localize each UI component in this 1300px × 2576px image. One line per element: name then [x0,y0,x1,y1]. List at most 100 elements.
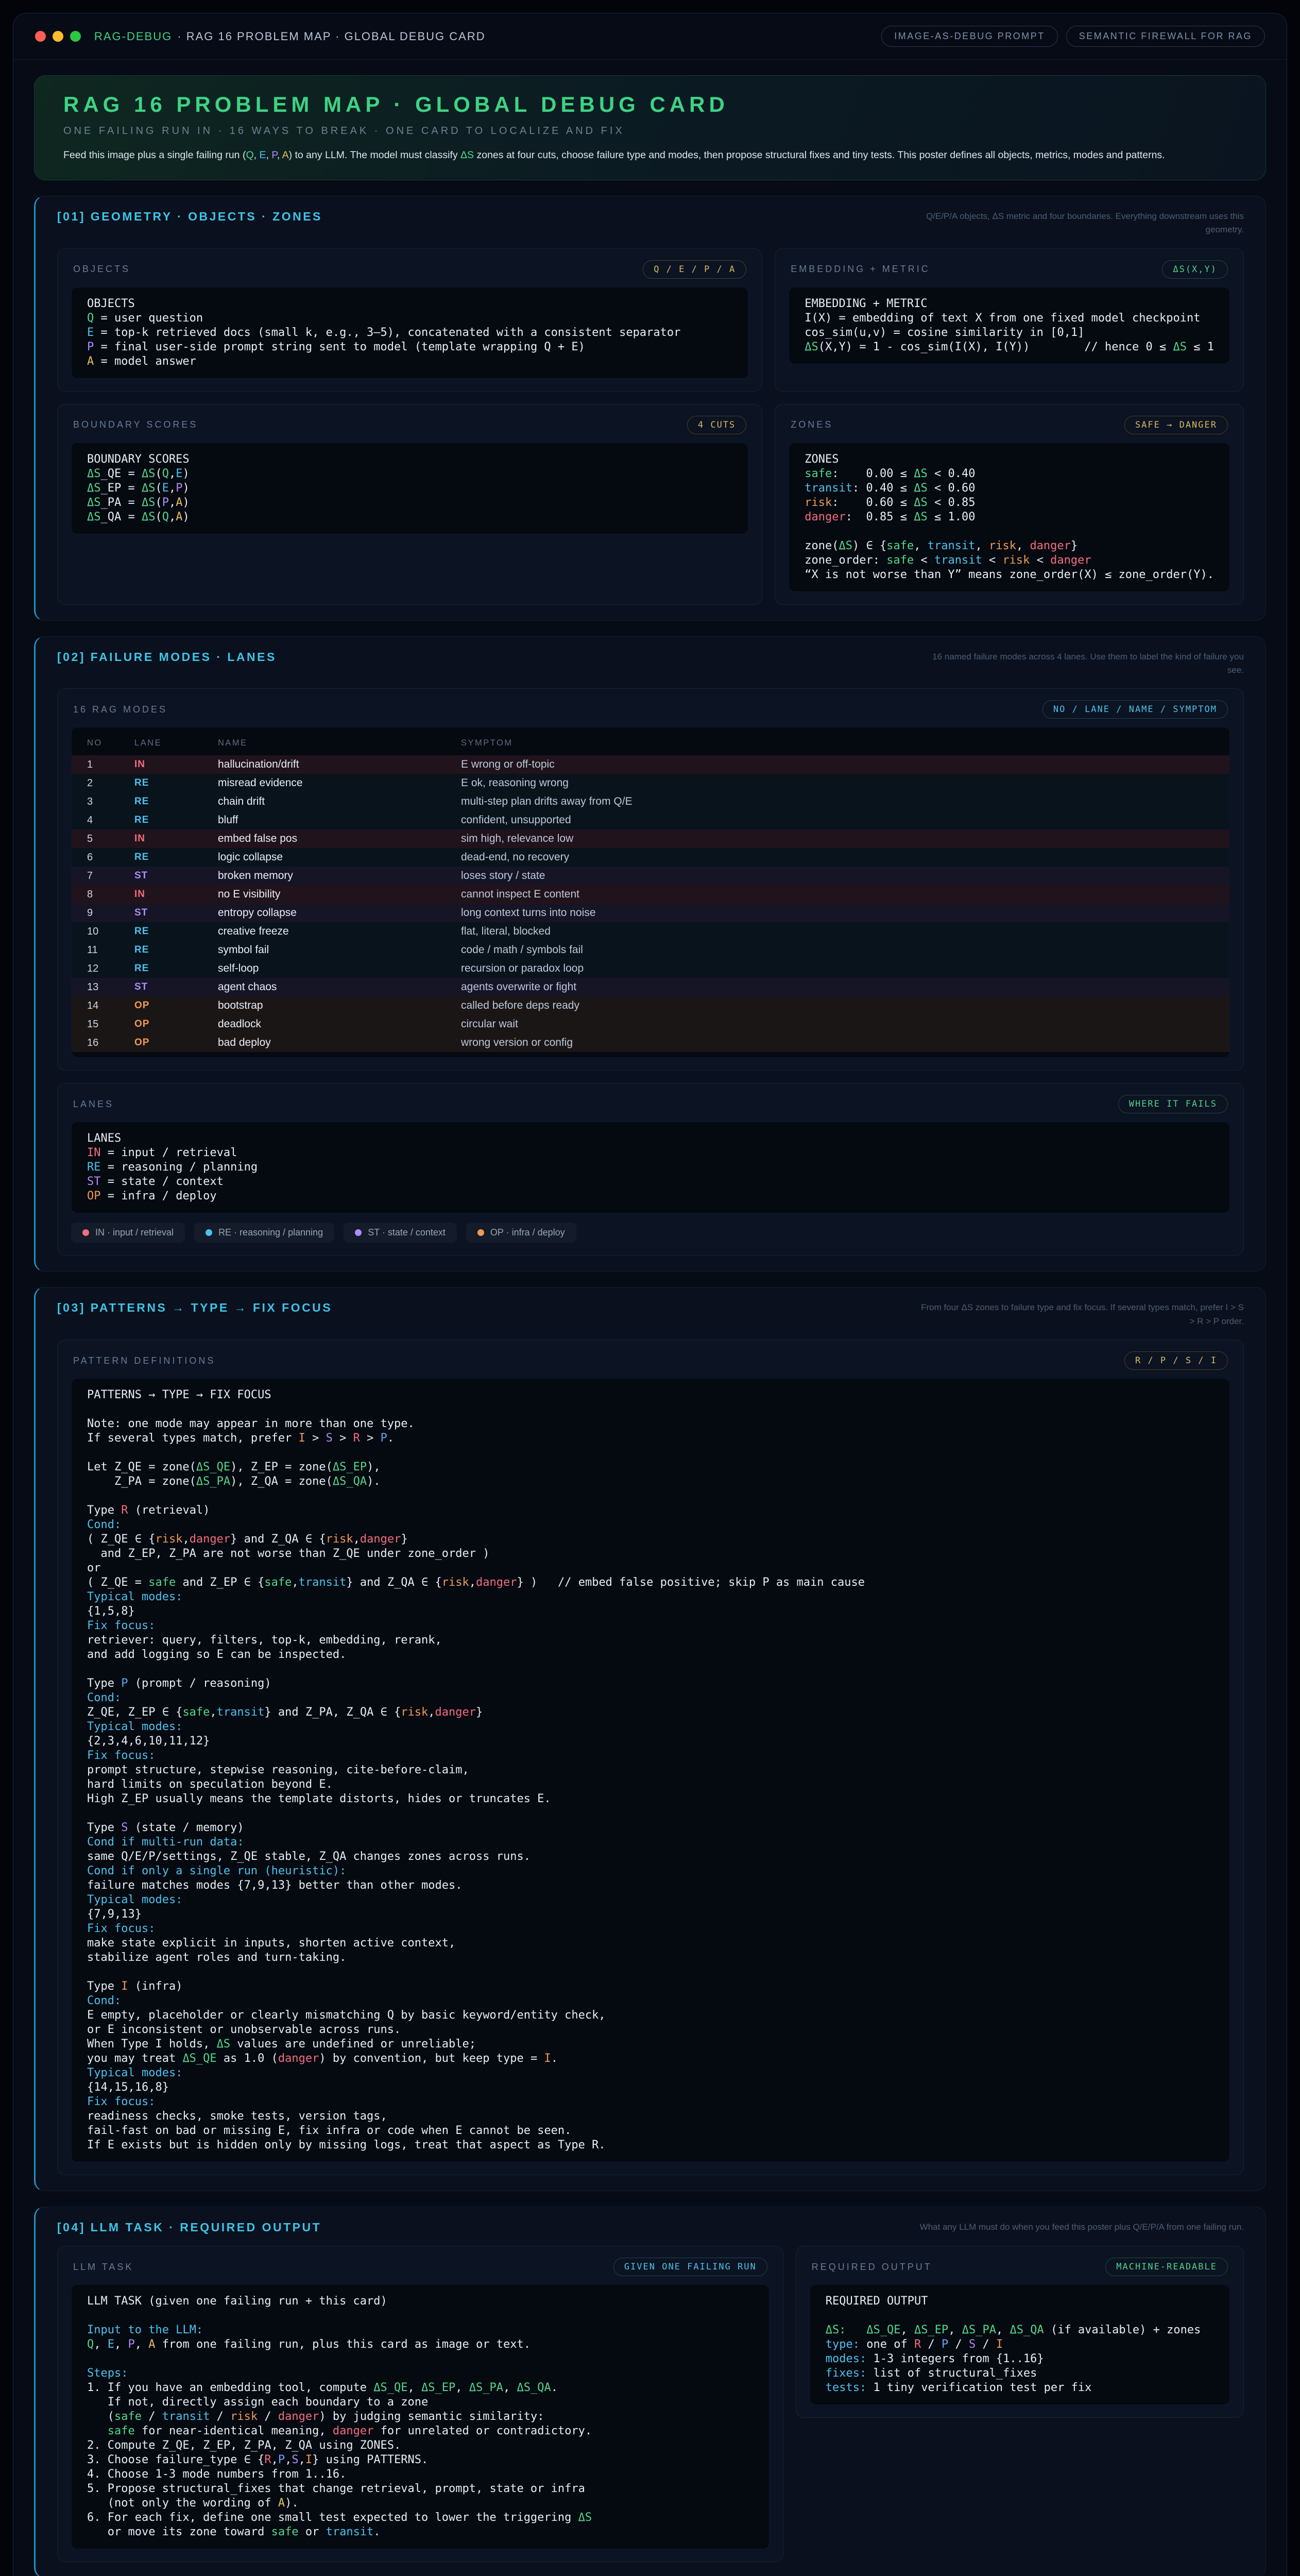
mode-number: 12 [87,963,134,975]
code-line [87,1965,1214,1979]
maximize-window-icon[interactable] [70,31,81,42]
code-line: ΔS_QE = ΔS(Q,E) [87,467,732,481]
table-row[interactable]: 8INno E visibilitycannot inspect E conte… [72,885,1229,904]
code-line: OBJECTS [87,297,732,311]
mode-number: 5 [87,833,134,845]
table-row[interactable]: 14OPbootstrapcalled before deps ready [72,996,1229,1015]
code-line: Type P (prompt / reasoning) [87,1676,1214,1691]
code-line: 2. Compute Z_QE, Z_EP, Z_PA, Z_QA using … [87,2438,754,2453]
minimize-window-icon[interactable] [53,31,63,42]
code-line: If E exists but is hidden only by missin… [87,2138,1214,2153]
code-line: danger: 0.85 ≤ ΔS ≤ 1.00 [805,510,1214,524]
panel-label: LANES [73,1099,114,1110]
table-row[interactable]: 2REmisread evidenceE ok, reasoning wrong [72,774,1229,792]
code-line: transit: 0.40 ≤ ΔS < 0.60 [805,481,1214,496]
close-window-icon[interactable] [35,31,46,42]
pattern-code-block: PATTERNS → TYPE → FIX FOCUS Note: one mo… [71,1378,1230,2162]
code-line: Q = user question [87,311,732,326]
badge-image-as-debug-prompt[interactable]: IMAGE-AS-DEBUG PROMPT [881,26,1058,47]
table-row[interactable]: 15OPdeadlockcircular wait [72,1015,1229,1033]
table-row[interactable]: 9STentropy collapselong context turns in… [72,904,1229,922]
lane-dot-icon [82,1229,89,1236]
code-line: Typical modes: [87,1720,1214,1734]
column-header: NO [87,738,134,748]
code-line: When Type I holds, ΔS values are undefin… [87,2037,1214,2052]
code-line: LLM TASK (given one failing run + this c… [87,2294,754,2309]
mode-lane: IN [134,759,218,770]
table-row[interactable]: 5INembed false possim high, relevance lo… [72,829,1229,848]
lane-legend-label: ST · state / context [368,1227,446,1238]
code-line [87,1402,1214,1417]
code-line [87,1489,1214,1503]
code-line: Fix focus: [87,1749,1214,1763]
code-line: Input to the LLM: [87,2323,754,2337]
code-line: If not, directly assign each boundary to… [87,2395,754,2410]
panel-badge: R / P / S / I [1124,1351,1228,1370]
lanes-legend: IN · input / retrievalRE · reasoning / p… [71,1223,1230,1243]
panel-required-output: REQUIRED OUTPUT MACHINE-READABLE REQUIRE… [796,2246,1244,2418]
table-row[interactable]: 4REbluffconfident, unsupported [72,811,1229,829]
mode-name: hallucination/drift [218,758,461,771]
mode-symptom: code / math / symbols fail [461,944,1214,956]
code-line: fixes: list of structural_fixes [826,2366,1214,2381]
code-line: Cond if multi-run data: [87,1835,1214,1850]
column-header: SYMPTOM [461,738,1214,748]
mode-name: self-loop [218,962,461,975]
code-line: risk: 0.60 ≤ ΔS < 0.85 [805,496,1214,510]
panel-rag-modes: 16 RAG MODES NO / LANE / NAME / SYMPTOM … [57,688,1244,1071]
code-line: 5. Propose structural_fixes that change … [87,2482,754,2496]
table-row[interactable]: 11REsymbol failcode / math / symbols fai… [72,941,1229,959]
code-line [805,524,1214,539]
code-line: tests: 1 tiny verification test per fix [826,2381,1214,2395]
code-line: P = final user-side prompt string sent t… [87,340,732,354]
table-row[interactable]: 10REcreative freezeflat, literal, blocke… [72,922,1229,941]
panel-pattern-definitions: PATTERN DEFINITIONS R / P / S / I PATTER… [57,1340,1244,2175]
code-line: 3. Choose failure_type ∈ {R,P,S,I} using… [87,2453,754,2467]
panel-label: PATTERN DEFINITIONS [73,1355,215,1366]
table-row[interactable]: 12REself-looprecursion or paradox loop [72,959,1229,978]
code-line: ( Z_QE = safe and Z_EP ∈ {safe,transit} … [87,1575,1214,1590]
panel-objects: OBJECTS Q / E / P / A OBJECTSQ = user qu… [57,248,762,392]
code-line: ΔS(X,Y) = 1 - cos_sim(I(X), I(Y)) // hen… [805,340,1214,354]
mode-number: 7 [87,870,134,882]
code-line: PATTERNS → TYPE → FIX FOCUS [87,1388,1214,1402]
mode-number: 4 [87,815,134,826]
code-line: Fix focus: [87,1922,1214,1936]
table-row[interactable]: 1INhallucination/driftE wrong or off-top… [72,755,1229,774]
mode-number: 3 [87,796,134,808]
code-line: I(X) = embedding of text X from one fixe… [805,311,1214,326]
code-line: (not only the wording of A). [87,2496,754,2511]
mode-lane: RE [134,963,218,974]
panel-llm-task: LLM TASK GIVEN ONE FAILING RUN LLM TASK … [57,2246,783,2562]
code-line: Let Z_QE = zone(ΔS_QE), Z_EP = zone(ΔS_E… [87,1460,1214,1475]
panel-lanes: LANES WHERE IT FAILS LANESIN = input / r… [57,1083,1244,1256]
table-row[interactable]: 13STagent chaosagents overwrite or fight [72,978,1229,996]
section-failure-modes: [02] FAILURE MODES · LANES 16 named fail… [34,636,1266,1272]
mode-lane: IN [134,833,218,844]
mode-name: bad deploy [218,1037,461,1049]
mode-number: 9 [87,907,134,919]
code-line: type: one of R / P / S / I [826,2337,1214,2352]
badge-semantic-firewall[interactable]: SEMANTIC FIREWALL FOR RAG [1066,26,1265,47]
code-line: IN = input / retrieval [87,1146,1214,1160]
code-line: {2,3,4,6,10,11,12} [87,1734,1214,1749]
table-row[interactable]: 3REchain driftmulti-step plan drifts awa… [72,792,1229,811]
table-row[interactable]: 7STbroken memoryloses story / state [72,867,1229,885]
mode-number: 14 [87,1000,134,1012]
table-row[interactable]: 16OPbad deploywrong version or config [72,1033,1229,1052]
table-row[interactable]: 6RElogic collapsedead-end, no recovery [72,848,1229,867]
code-line: or move its zone toward safe or transit. [87,2525,754,2539]
lane-dot-icon [206,1229,212,1236]
lane-legend-item: IN · input / retrieval [71,1223,185,1243]
code-line: {7,9,13} [87,1907,1214,1922]
code-line: and Z_EP, Z_PA are not worse than Z_QE u… [87,1547,1214,1561]
code-line: ΔS_QA = ΔS(Q,A) [87,510,732,524]
panel-zones: ZONES SAFE → DANGER ZONESsafe: 0.00 ≤ ΔS… [775,404,1244,605]
mode-name: creative freeze [218,925,461,938]
column-header: NAME [218,738,461,748]
panel-boundary-scores: BOUNDARY SCORES 4 CUTS BOUNDARY SCORESΔS… [57,404,762,605]
objects-code-block: OBJECTSQ = user questionE = top-k retrie… [71,287,748,379]
mode-symptom: loses story / state [461,870,1214,882]
panel-label: BOUNDARY SCORES [73,419,198,430]
mode-name: bluff [218,814,461,826]
